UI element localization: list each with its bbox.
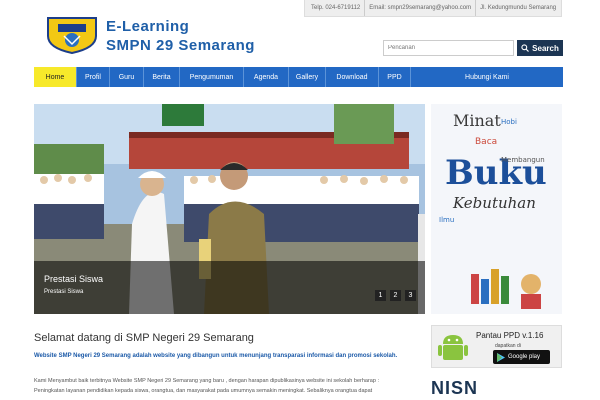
google-play-label: Google play	[508, 354, 541, 360]
slider-page-3[interactable]: 3	[405, 290, 416, 301]
android-icon	[438, 335, 468, 360]
nav-item-pengumuman[interactable]: Pengumuman	[180, 67, 244, 87]
google-play-badge[interactable]: Google play	[493, 350, 550, 364]
contact-bar: Telp. 024-6719112 Email: smpn29semarang@…	[304, 0, 562, 17]
search-button-label: Search	[532, 43, 559, 53]
nav-item-home[interactable]: Home	[34, 67, 77, 87]
intro-text: Website SMP Negeri 29 Semarang adalah we…	[34, 353, 398, 359]
page: E-Learning SMPN 29 Semarang Telp. 024-67…	[0, 0, 600, 400]
google-play-icon	[497, 352, 505, 362]
nav-item-hubungi-kami[interactable]: Hubungi Kami	[411, 67, 563, 87]
nav-item-profil[interactable]: Profil	[77, 67, 110, 87]
nav-item-berita[interactable]: Berita	[144, 67, 180, 87]
nav-item-gallery[interactable]: Gallery	[289, 67, 326, 87]
main-nav: Home Profil Guru Berita Pengumuman Agend…	[34, 67, 563, 87]
slider-page-1[interactable]: 1	[375, 290, 386, 301]
image-slider[interactable]: Prestasi Siswa Prestasi Siswa 1 2 3	[34, 104, 425, 314]
site-title-line2: SMPN 29 Semarang	[106, 37, 255, 54]
site-title[interactable]: E-Learning SMPN 29 Semarang	[106, 17, 255, 55]
welcome-heading: Selamat datang di SMP Negeri 29 Semarang	[34, 332, 254, 344]
banner-word-ilmu: Ilmu	[439, 216, 454, 224]
slide-title[interactable]: Prestasi Siswa	[44, 274, 103, 284]
body-paragraph-2: Peningkatan layanan pendidikan kepada si…	[34, 388, 373, 394]
ppd-app-banner[interactable]: Pantau PPD v.1.16 dapatkan di Google pla…	[431, 325, 562, 368]
site-title-line1: E-Learning	[106, 18, 190, 35]
nav-item-download[interactable]: Download	[326, 67, 379, 87]
search-button[interactable]: Search	[517, 40, 563, 56]
banner-word-kebutuhan: Kebutuhan	[452, 194, 536, 212]
reading-banner[interactable]: Minat Hobi Baca Buku Kebutuhan Membangun…	[431, 104, 562, 314]
nav-item-guru[interactable]: Guru	[110, 67, 144, 87]
ppd-title: Pantau PPD v.1.16	[476, 331, 544, 340]
reading-word-cloud: Minat Hobi Baca Buku Kebutuhan Membangun…	[431, 104, 562, 314]
banner-word-membangun: Membangun	[501, 156, 545, 164]
nav-item-ppd[interactable]: PPD	[379, 67, 411, 87]
banner-word-hobi: Hobi	[501, 118, 517, 126]
slider-page-2[interactable]: 2	[390, 290, 401, 301]
school-logo[interactable]	[46, 14, 98, 54]
nisn-banner[interactable]: NISN	[431, 378, 478, 399]
slide-caption-overlay	[34, 261, 425, 314]
nav-item-agenda[interactable]: Agenda	[244, 67, 289, 87]
ppd-subtitle: dapatkan di	[495, 343, 521, 349]
banner-word-baca: Baca	[475, 137, 497, 147]
body-paragraph-1: Kami Menyambut baik terbitnya Website SM…	[34, 378, 379, 384]
slide-subtitle: Prestasi Siswa	[44, 289, 84, 295]
contact-phone: Telp. 024-6719112	[311, 0, 366, 16]
contact-address: Jl. Kedungmundu Semarang	[480, 5, 557, 11]
search-icon	[521, 44, 530, 52]
banner-word-minat: Minat	[453, 111, 501, 130]
contact-email: Email: smpn29semarang@yahoo.com	[369, 0, 477, 16]
search-input[interactable]	[383, 40, 514, 56]
